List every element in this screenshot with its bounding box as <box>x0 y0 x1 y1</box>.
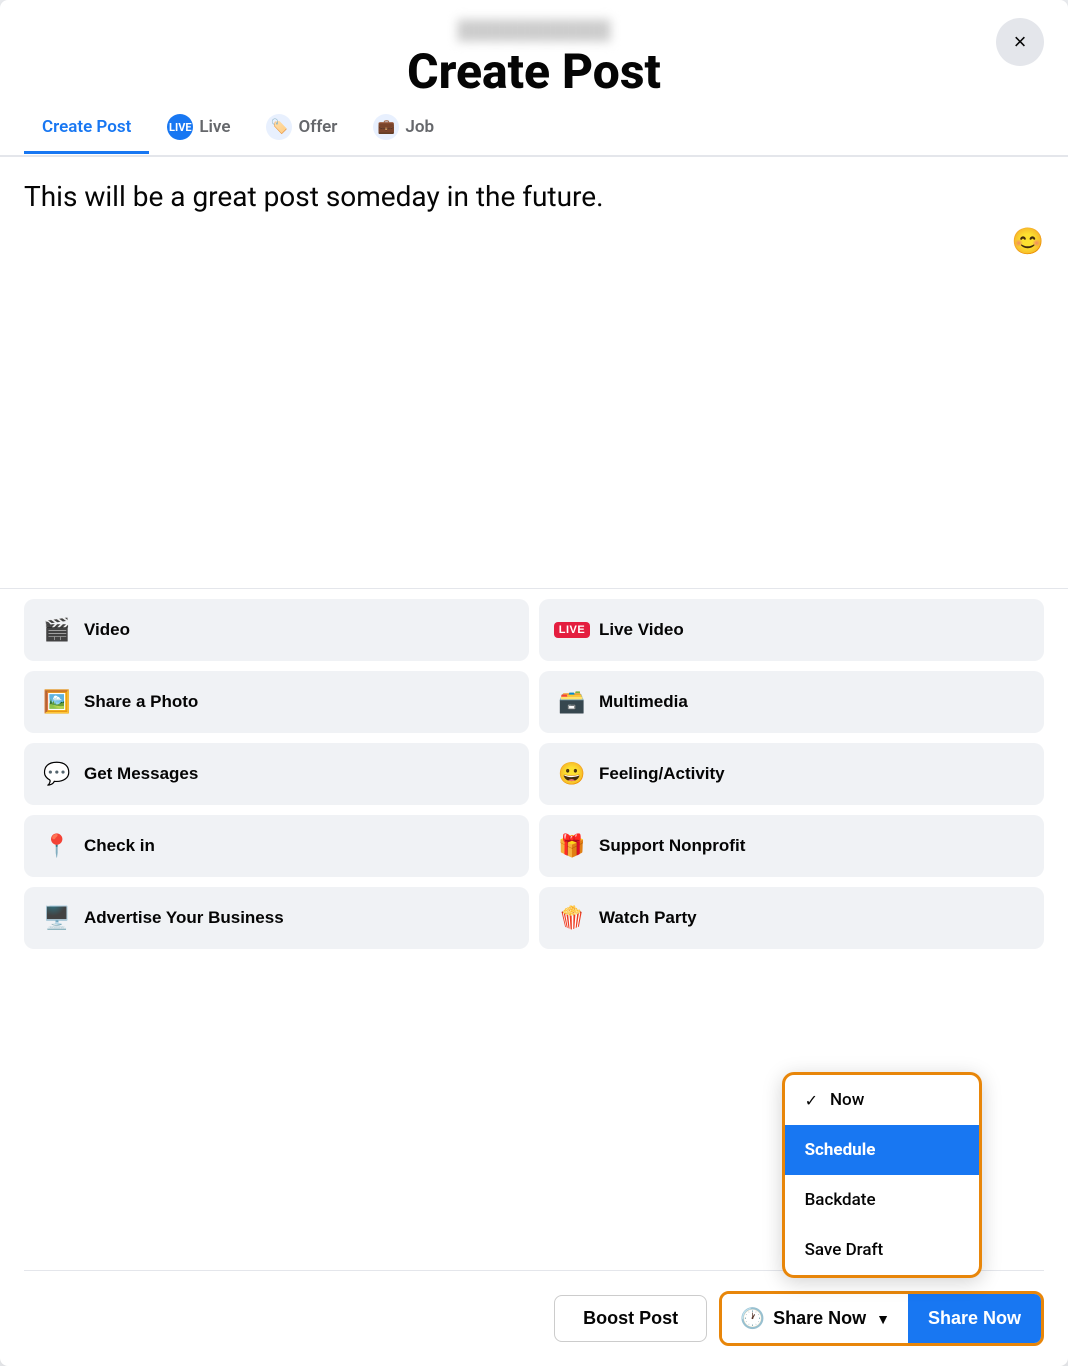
support-nonprofit-icon: 🎁 <box>555 829 589 863</box>
dropdown-item-now[interactable]: ✓ Now <box>785 1075 979 1125</box>
offer-tab-icon: 🏷️ <box>266 114 292 140</box>
video-button[interactable]: 🎬 Video <box>24 599 529 661</box>
multimedia-label: Multimedia <box>599 692 688 712</box>
post-input-area: This will be a great post someday in the… <box>0 157 1068 572</box>
check-in-button[interactable]: 📍 Check in <box>24 815 529 877</box>
footer: Boost Post ✓ Now Schedule Backdate Save … <box>0 1271 1068 1366</box>
modal-header: ████████████ Create Post × <box>0 0 1068 100</box>
video-icon: 🎬 <box>40 613 74 647</box>
tab-offer-label: Offer <box>298 117 337 137</box>
feeling-activity-label: Feeling/Activity <box>599 764 725 784</box>
emoji-button[interactable]: 😊 <box>1012 226 1044 257</box>
support-nonprofit-label: Support Nonprofit <box>599 836 745 856</box>
dropdown-item-backdate[interactable]: Backdate <box>785 1175 979 1225</box>
get-messages-label: Get Messages <box>84 764 198 784</box>
tab-job-label: Job <box>405 117 434 137</box>
dropdown-schedule-label: Schedule <box>805 1140 876 1160</box>
check-in-icon: 📍 <box>40 829 74 863</box>
share-photo-label: Share a Photo <box>84 692 198 712</box>
watch-party-icon: 🍿 <box>555 901 589 935</box>
check-in-label: Check in <box>84 836 155 856</box>
dropdown-now-label: Now <box>830 1090 864 1110</box>
tab-live[interactable]: LIVE Live <box>149 100 248 157</box>
live-video-button[interactable]: LIVE Live Video <box>539 599 1044 661</box>
dropdown-backdate-label: Backdate <box>805 1190 876 1210</box>
checkmark-icon: ✓ <box>805 1091 818 1110</box>
modal-title: Create Post <box>24 43 1044 100</box>
clock-icon: 🕐 <box>740 1306 765 1331</box>
live-tab-icon: LIVE <box>167 114 193 140</box>
post-text-content[interactable]: This will be a great post someday in the… <box>24 177 1044 216</box>
live-video-icon: LIVE <box>555 613 589 647</box>
tab-create-post[interactable]: Create Post <box>24 103 149 154</box>
close-button[interactable]: × <box>996 18 1044 66</box>
dropdown-item-save-draft[interactable]: Save Draft <box>785 1225 979 1275</box>
advertise-business-button[interactable]: 🖥️ Advertise Your Business <box>24 887 529 949</box>
dropdown-item-schedule[interactable]: Schedule <box>785 1125 979 1175</box>
tab-offer[interactable]: 🏷️ Offer <box>248 100 355 157</box>
video-label: Video <box>84 620 130 640</box>
tab-job[interactable]: 💼 Job <box>355 100 452 157</box>
share-photo-button[interactable]: 🖼️ Share a Photo <box>24 671 529 733</box>
share-photo-icon: 🖼️ <box>40 685 74 719</box>
multimedia-icon: 🗃️ <box>555 685 589 719</box>
job-tab-icon: 💼 <box>373 114 399 140</box>
share-now-left-label: Share Now <box>773 1308 866 1329</box>
live-video-label: Live Video <box>599 620 684 640</box>
share-now-timing-button[interactable]: 🕐 Share Now ▼ <box>722 1294 908 1343</box>
share-now-combined: 🕐 Share Now ▼ Share Now <box>719 1291 1044 1346</box>
advertise-business-label: Advertise Your Business <box>84 908 284 928</box>
tab-create-post-label: Create Post <box>42 117 131 137</box>
watch-party-label: Watch Party <box>599 908 697 928</box>
advertise-business-icon: 🖥️ <box>40 901 74 935</box>
caret-down-icon: ▼ <box>876 1311 890 1327</box>
create-post-modal: ████████████ Create Post × Create Post L… <box>0 0 1068 1366</box>
actions-grid: 🎬 Video LIVE Live Video 🖼️ Share a Photo… <box>0 589 1068 965</box>
feeling-activity-button[interactable]: 😀 Feeling/Activity <box>539 743 1044 805</box>
feeling-activity-icon: 😀 <box>555 757 589 791</box>
tab-bar: Create Post LIVE Live 🏷️ Offer 💼 Job <box>0 100 1068 157</box>
get-messages-button[interactable]: 💬 Get Messages <box>24 743 529 805</box>
share-now-button[interactable]: Share Now <box>908 1294 1041 1343</box>
share-timing-dropdown: ✓ Now Schedule Backdate Save Draft <box>782 1072 982 1278</box>
watch-party-button[interactable]: 🍿 Watch Party <box>539 887 1044 949</box>
share-now-container: ✓ Now Schedule Backdate Save Draft 🕐 Sha… <box>719 1291 1044 1346</box>
support-nonprofit-button[interactable]: 🎁 Support Nonprofit <box>539 815 1044 877</box>
page-name-blurred: ████████████ <box>24 20 1044 41</box>
boost-post-button[interactable]: Boost Post <box>554 1295 707 1342</box>
share-now-right-label: Share Now <box>928 1308 1021 1329</box>
get-messages-icon: 💬 <box>40 757 74 791</box>
dropdown-save-draft-label: Save Draft <box>805 1240 884 1260</box>
multimedia-button[interactable]: 🗃️ Multimedia <box>539 671 1044 733</box>
tab-live-label: Live <box>199 117 230 137</box>
